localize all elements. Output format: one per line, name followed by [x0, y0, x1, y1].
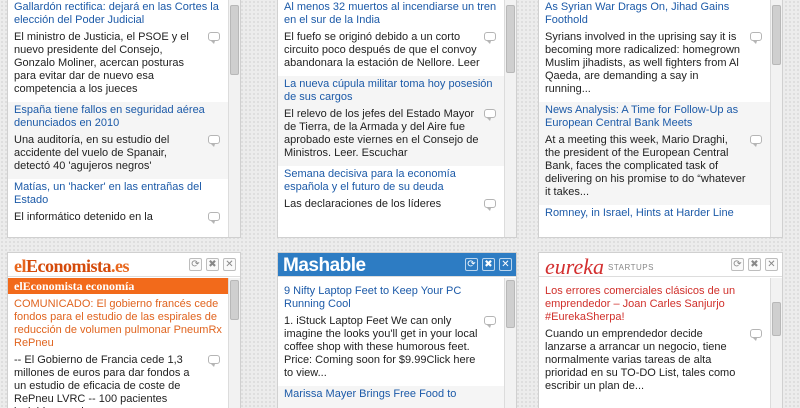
scrollbar[interactable]	[770, 0, 782, 237]
news-snippet: 1. iStuck Laptop Feet We can only imagin…	[284, 315, 498, 380]
news-snippet-text: Una auditoría, en su estudio del acciden…	[14, 134, 170, 172]
settings-icon[interactable]: ✖	[748, 258, 761, 271]
news-headline-link[interactable]: As Syrian War Drags On, Jihad Gains Foot…	[545, 1, 764, 27]
news-headline-link[interactable]: Semana decisiva para la economía español…	[284, 168, 498, 194]
news-headline-link[interactable]: COMUNICADO: El gobierno francés cede fon…	[14, 298, 222, 350]
news-snippet-text: Syrians involved in the uprising say it …	[545, 31, 741, 95]
widget-header: elEconomista.es ⟳ ✖ ✕	[8, 253, 240, 277]
news-headline-link[interactable]: España tiene fallos en seguridad aérea d…	[14, 104, 222, 130]
news-item: La nueva cúpula militar toma hoy posesió…	[278, 76, 504, 166]
scrollbar[interactable]	[504, 0, 516, 237]
news-snippet-text: El informático detenido en la	[14, 211, 153, 223]
comment-icon[interactable]	[484, 32, 496, 44]
news-item: España tiene fallos en seguridad aérea d…	[8, 102, 228, 179]
widget-eureka: eureka STARTUPS ⟳ ✖ ✕ Los errores comerci…	[538, 252, 783, 408]
news-snippet: Las declaraciones de los líderes	[284, 198, 498, 211]
news-snippet: At a meeting this week, Mario Draghi, th…	[545, 134, 764, 199]
news-headline-link[interactable]: Los errores comerciales clásicos de un e…	[545, 285, 764, 324]
news-headline-link[interactable]: 9 Nifty Laptop Feet to Keep Your PC Runn…	[284, 285, 498, 311]
news-snippet: -- El Gobierno de Francia cede 1,3 millo…	[14, 354, 222, 408]
news-headline-link[interactable]: Gallardón rectifica: dejará en las Corte…	[14, 1, 222, 27]
scrollbar[interactable]	[504, 278, 516, 408]
scrollbar[interactable]	[228, 0, 240, 237]
news-item: News Analysis: A Time for Follow-Up as E…	[539, 102, 770, 205]
news-snippet: El fuefo se originó debido a un corto ci…	[284, 31, 498, 70]
eleconomista-logo: elEconomista.es	[14, 256, 130, 276]
news-item: Al menos 32 muertos al incendiarse un tr…	[278, 0, 504, 76]
scrollbar[interactable]	[228, 278, 240, 408]
mashable-logo: Mashable	[283, 255, 366, 276]
comment-icon[interactable]	[750, 32, 762, 44]
comment-icon[interactable]	[208, 135, 220, 147]
news-headline-link[interactable]: La nueva cúpula militar toma hoy posesió…	[284, 78, 498, 104]
scrollbar[interactable]	[770, 278, 782, 408]
news-snippet: Syrians involved in the uprising say it …	[545, 31, 764, 96]
news-item: Marissa Mayer Brings Free Food to	[278, 386, 504, 408]
comment-icon[interactable]	[208, 212, 220, 224]
eureka-logo: eureka STARTUPS	[545, 254, 654, 279]
widget-eleconomista: elEconomista.es ⟳ ✖ ✕ elEconomista econo…	[7, 252, 241, 408]
comment-icon[interactable]	[208, 32, 220, 44]
news-snippet-text: El relevo de los jefes del Estado Mayor …	[284, 108, 479, 159]
news-headline-link[interactable]: Al menos 32 muertos al incendiarse un tr…	[284, 1, 498, 27]
refresh-icon[interactable]: ⟳	[465, 258, 478, 271]
news-snippet-text: Las declaraciones de los líderes	[284, 198, 442, 210]
news-item: Los errores comerciales clásicos de un e…	[539, 283, 770, 399]
news-item: As Syrian War Drags On, Jihad Gains Foot…	[539, 0, 770, 102]
news-item: Semana decisiva para la economía español…	[278, 166, 504, 217]
comment-icon[interactable]	[484, 199, 496, 211]
news-widget-nytimes: As Syrian War Drags On, Jihad Gains Foot…	[538, 0, 783, 238]
news-widget-elpais: Gallardón rectifica: dejará en las Corte…	[7, 0, 241, 238]
news-headline-link[interactable]: News Analysis: A Time for Follow-Up as E…	[545, 104, 764, 130]
news-item: Gallardón rectifica: dejará en las Corte…	[8, 0, 228, 102]
news-snippet-text: 1. iStuck Laptop Feet We can only imagin…	[284, 315, 478, 379]
refresh-icon[interactable]: ⟳	[189, 258, 202, 271]
refresh-icon[interactable]: ⟳	[731, 258, 744, 271]
news-widget-spain: Al menos 32 muertos al incendiarse un tr…	[277, 0, 517, 238]
news-headline-link[interactable]: Romney, in Israel, Hints at Harder Line	[545, 207, 764, 220]
news-snippet: El informático detenido en la	[14, 211, 222, 224]
widget-header: Mashable ⟳ ✖ ✕	[278, 253, 516, 277]
news-item: 9 Nifty Laptop Feet to Keep Your PC Runn…	[278, 283, 504, 386]
news-snippet: Cuando un emprendedor decide lanzarse a …	[545, 328, 764, 393]
comment-icon[interactable]	[484, 316, 496, 328]
comment-icon[interactable]	[484, 109, 496, 121]
news-snippet: Una auditoría, en su estudio del acciden…	[14, 134, 222, 173]
news-snippet-text: Cuando un emprendedor decide lanzarse a …	[545, 328, 736, 392]
news-item: Matías, un 'hacker' en las entrañas del …	[8, 179, 228, 230]
news-snippet: El ministro de Justicia, el PSOE y el nu…	[14, 31, 222, 96]
news-item: Romney, in Israel, Hints at Harder Line	[539, 205, 770, 230]
news-snippet: El relevo de los jefes del Estado Mayor …	[284, 108, 498, 160]
comment-icon[interactable]	[750, 329, 762, 341]
news-headline-link[interactable]: Marissa Mayer Brings Free Food to	[284, 388, 498, 401]
settings-icon[interactable]: ✖	[482, 258, 495, 271]
news-headline-link[interactable]: Matías, un 'hacker' en las entrañas del …	[14, 181, 222, 207]
comment-icon[interactable]	[750, 135, 762, 147]
news-snippet-text: El ministro de Justicia, el PSOE y el nu…	[14, 31, 189, 95]
settings-icon[interactable]: ✖	[206, 258, 219, 271]
comment-icon[interactable]	[208, 355, 220, 367]
section-bar[interactable]: elEconomista economía	[8, 278, 228, 294]
news-item: COMUNICADO: El gobierno francés cede fon…	[8, 296, 228, 408]
close-icon[interactable]: ✕	[223, 258, 236, 271]
news-snippet-text: At a meeting this week, Mario Draghi, th…	[545, 134, 746, 198]
widget-mashable: Mashable ⟳ ✖ ✕ 9 Nifty Laptop Feet to Ke…	[277, 252, 517, 408]
close-icon[interactable]: ✕	[765, 258, 778, 271]
close-icon[interactable]: ✕	[499, 258, 512, 271]
widget-header: eureka STARTUPS ⟳ ✖ ✕	[539, 253, 782, 279]
news-snippet-text: El fuefo se originó debido a un corto ci…	[284, 31, 480, 69]
news-snippet-text: -- El Gobierno de Francia cede 1,3 millo…	[14, 354, 190, 408]
